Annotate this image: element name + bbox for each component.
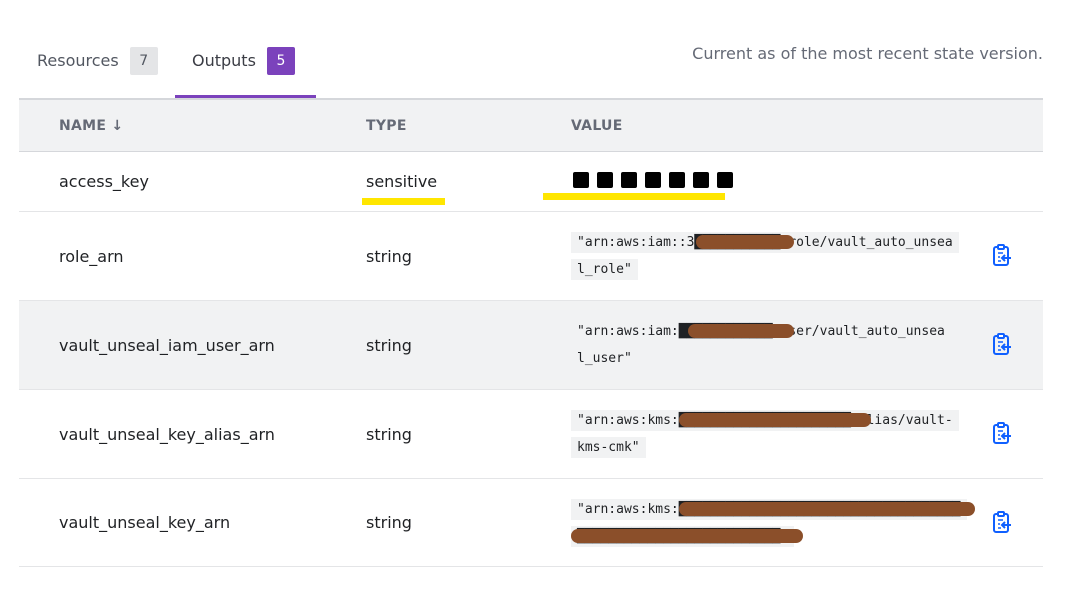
table-row: vault_unseal_key_arn string "arn:aws:kms… — [19, 479, 1043, 567]
value-line-2: kms-cmk" — [571, 437, 646, 458]
output-value: "arn:aws:kms:███████████████████████████… — [571, 496, 975, 550]
output-value: "arn:aws:iam:████████████:user/vault_aut… — [571, 318, 973, 372]
output-name: role_arn — [59, 246, 124, 266]
output-type: string — [366, 513, 412, 532]
clipboard-copy-icon[interactable] — [991, 244, 1013, 268]
table-row: vault_unseal_iam_user_arn string "arn:aw… — [19, 301, 1043, 390]
output-type: sensitive — [362, 172, 446, 205]
output-value: "arn:aws:iam::3███████████:role/vault_au… — [571, 229, 973, 283]
highlight-underline — [543, 192, 725, 200]
tab-resources[interactable]: Resources 7 — [19, 40, 169, 98]
output-name: vault_unseal_iam_user_arn — [59, 335, 275, 355]
output-name: access_key — [59, 172, 149, 191]
column-header-name[interactable]: NAME ↓ — [19, 118, 366, 134]
tab-outputs[interactable]: Outputs 5 — [175, 40, 316, 98]
redaction-mark — [688, 324, 794, 338]
column-header-value: VALUE — [571, 117, 623, 134]
table-row: vault_unseal_key_alias_arn string "arn:a… — [19, 390, 1043, 479]
output-name: vault_unseal_key_alias_arn — [59, 424, 275, 444]
table-row: role_arn string "arn:aws:iam::3█████████… — [19, 212, 1043, 301]
output-name: vault_unseal_key_arn — [59, 513, 231, 532]
tab-resources-label: Resources — [37, 51, 119, 70]
tab-outputs-label: Outputs — [192, 51, 256, 70]
redaction-mark — [679, 413, 871, 427]
output-type: string — [366, 335, 412, 355]
redaction-mark — [696, 235, 794, 249]
sensitive-value-mask — [543, 171, 733, 200]
table-row: access_key sensitive — [19, 152, 1043, 212]
column-header-type: TYPE — [366, 117, 407, 134]
state-note: Current as of the most recent state vers… — [692, 44, 1043, 63]
clipboard-copy-icon[interactable] — [991, 333, 1013, 357]
clipboard-copy-icon[interactable] — [991, 510, 1013, 535]
value-line-2: l_user" — [571, 348, 638, 369]
highlight-underline — [362, 198, 446, 205]
redaction-mark — [679, 501, 975, 516]
tab-resources-count-badge: 7 — [129, 47, 158, 75]
redaction-mark — [571, 528, 803, 543]
output-type: string — [366, 246, 412, 266]
clipboard-copy-icon[interactable] — [991, 422, 1013, 446]
table-header: NAME ↓ TYPE VALUE — [19, 100, 1043, 152]
value-line-2: l_role" — [571, 259, 638, 280]
output-type: string — [366, 424, 412, 444]
outputs-table: NAME ↓ TYPE VALUE access_key sensitive r… — [19, 98, 1043, 567]
output-value: "arn:aws:kms:██████████████████████:alia… — [571, 407, 973, 461]
tab-outputs-count-badge: 5 — [266, 47, 295, 75]
